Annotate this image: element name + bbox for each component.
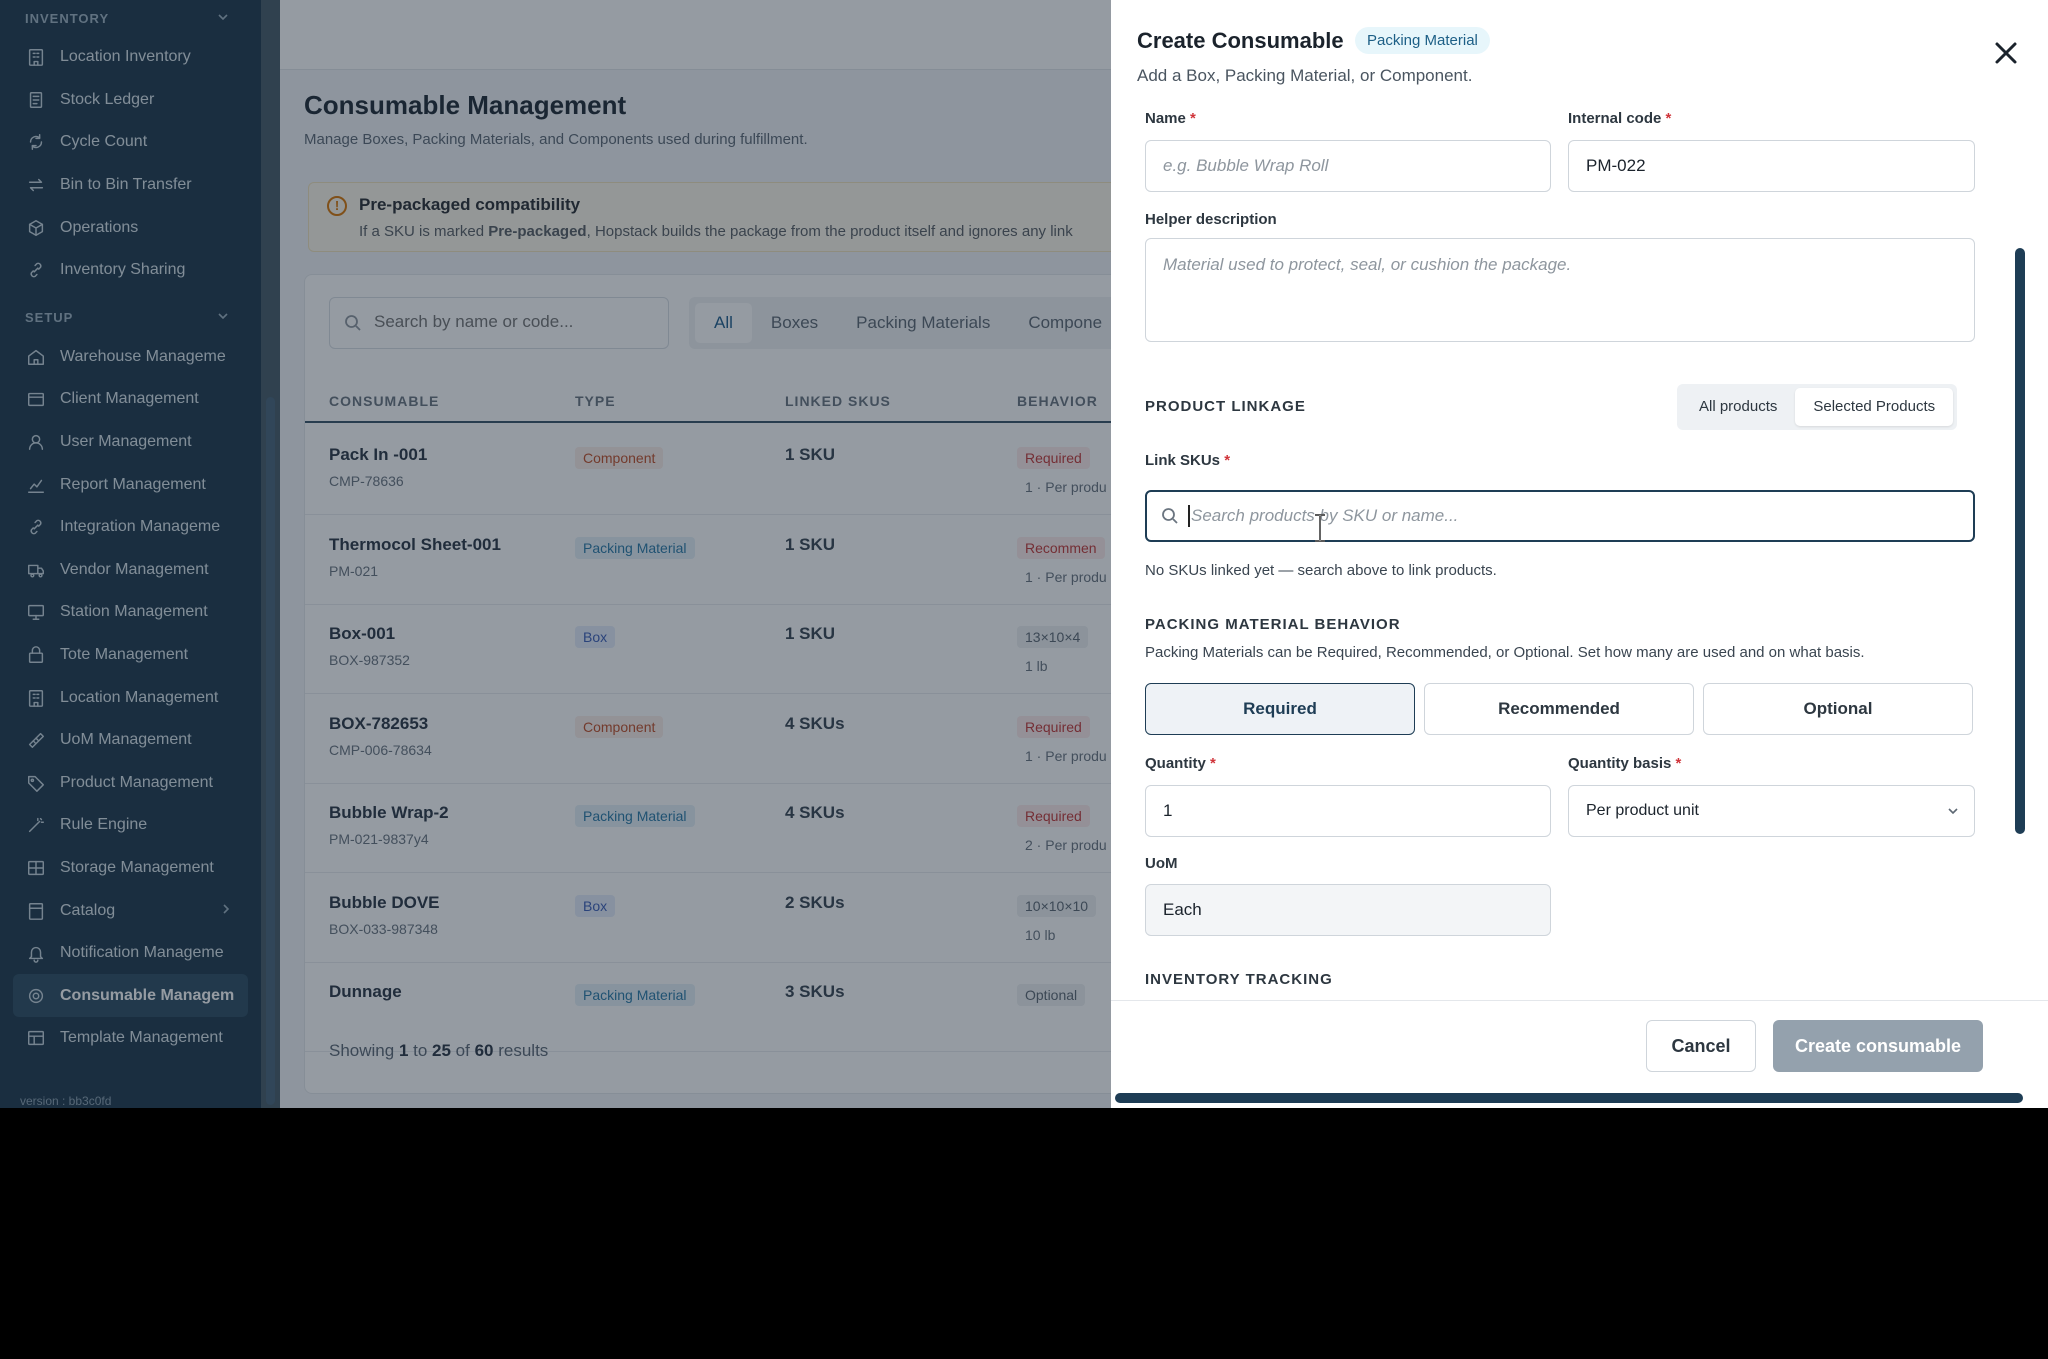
- required-mark: *: [1190, 110, 1196, 127]
- search-icon: [1161, 507, 1179, 530]
- code-label-text: Internal code: [1568, 110, 1662, 127]
- required-mark: *: [1210, 755, 1216, 772]
- close-icon: [1991, 42, 2021, 72]
- required-mark: *: [1665, 110, 1672, 127]
- text-caret: [1188, 505, 1190, 527]
- product-linkage-toggle: All products Selected Products: [1677, 384, 1958, 430]
- behavior-description: Packing Materials can be Required, Recom…: [1145, 644, 1865, 661]
- uom-label: UoM: [1145, 855, 1178, 872]
- link-skus-label-text: Link SKUs: [1145, 452, 1221, 469]
- name-label-text: Name: [1145, 110, 1186, 127]
- name-label: Name *: [1145, 110, 1196, 127]
- quantity-input[interactable]: 1: [1145, 785, 1551, 837]
- linkage-all-products[interactable]: All products: [1681, 388, 1795, 426]
- app-root: INVENTORY Location Inventory Stock Ledger…: [0, 0, 2048, 1108]
- behavior-optional[interactable]: Optional: [1703, 683, 1973, 735]
- behavior-recommended[interactable]: Recommended: [1424, 683, 1694, 735]
- chevron-down-icon: [1946, 804, 1960, 823]
- inventory-tracking-title: INVENTORY TRACKING: [1145, 971, 1333, 988]
- horizontal-scrollbar[interactable]: [1115, 1093, 2023, 1103]
- basis-label-text: Quantity basis: [1568, 755, 1672, 772]
- behavior-required[interactable]: Required: [1145, 683, 1415, 735]
- cancel-button[interactable]: Cancel: [1646, 1020, 1756, 1072]
- helper-label: Helper description: [1145, 211, 1277, 228]
- drawer-title: Create Consumable: [1137, 28, 1344, 53]
- drawer-subtitle: Add a Box, Packing Material, or Componen…: [1137, 66, 1473, 85]
- product-linkage-title: PRODUCT LINKAGE: [1145, 398, 1306, 415]
- quantity-basis-select[interactable]: Per product unit: [1568, 785, 1975, 837]
- internal-code-input[interactable]: PM-022: [1568, 140, 1975, 192]
- create-consumable-drawer: Create Consumable Packing Material Add a…: [1111, 0, 2048, 1108]
- text-cursor-icon: [1313, 513, 1327, 548]
- quantity-label-text: Quantity: [1145, 755, 1206, 772]
- drawer-footer: Cancel Create consumable: [1111, 1000, 2048, 1108]
- uom-input: Each: [1145, 884, 1551, 936]
- drawer-scrollbar[interactable]: [2015, 248, 2025, 834]
- no-skus-message: No SKUs linked yet — search above to lin…: [1145, 562, 1497, 579]
- create-consumable-button[interactable]: Create consumable: [1773, 1020, 1983, 1072]
- close-button[interactable]: [1991, 38, 2021, 68]
- sku-search-input[interactable]: Search products by SKU or name...: [1145, 490, 1975, 542]
- code-label: Internal code *: [1568, 110, 1671, 127]
- name-input[interactable]: e.g. Bubble Wrap Roll: [1145, 140, 1551, 192]
- linkage-selected-products[interactable]: Selected Products: [1795, 388, 1954, 426]
- quantity-label: Quantity *: [1145, 755, 1216, 772]
- link-skus-label: Link SKUs *: [1145, 452, 1230, 469]
- modal-backdrop[interactable]: [0, 0, 1111, 1108]
- required-mark: *: [1675, 755, 1682, 772]
- behavior-title: PACKING MATERIAL BEHAVIOR: [1145, 616, 1401, 633]
- quantity-basis-value: Per product unit: [1586, 802, 1699, 819]
- basis-label: Quantity basis *: [1568, 755, 1681, 772]
- type-badge: Packing Material: [1355, 27, 1490, 54]
- helper-description-textarea[interactable]: Material used to protect, seal, or cushi…: [1145, 238, 1975, 342]
- required-mark: *: [1224, 452, 1231, 469]
